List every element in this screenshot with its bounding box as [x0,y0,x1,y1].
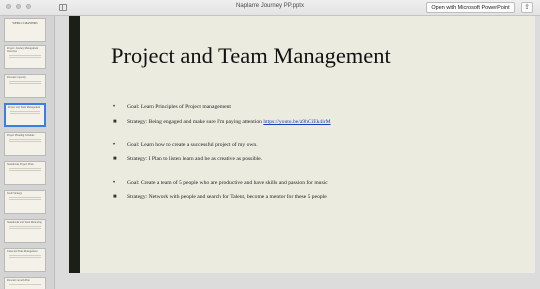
bullet-text: Goal: Create a team of 5 people who are … [127,180,328,186]
share-icon: ⇪ [524,4,530,11]
thumbnail-text-line [9,199,41,200]
thumbnail-text-line [9,141,41,142]
thumbnail-label: Personal Growth Plan [7,279,30,282]
thumbnail-text-line [9,83,41,84]
slide-thumbnail-4[interactable]: Project and Team Management [4,103,46,127]
thumbnail-text-line [9,257,41,258]
slide-thumbnail-6[interactable]: Stakeholder Project Plans [4,161,46,185]
bullet-text: Strategy: Network with people and search… [127,194,327,200]
slide-thumbnail-3[interactable]: Personal Capacity [4,74,46,98]
bullet-text: Goal: Learn how to create a successful p… [127,142,258,148]
title-bar: Naplarre Journey PP.pptx Open with Micro… [0,0,540,16]
thumbnail-label: Stakeholder and Team Mentoring [7,221,42,224]
bullet-text: Goal: Learn Principles of Project manage… [127,104,231,110]
bullet-text: Strategy: Being engaged and make sure I'… [127,119,331,126]
thumbnail-text-line [9,254,41,256]
slide-thumbnail-8[interactable]: Stakeholder and Team Mentoring [4,219,46,243]
slide-thumbnail-5[interactable]: Project Planning Schedule [4,132,46,156]
thumbnail-text-line [9,54,41,56]
thumbnail-text-line [9,228,41,229]
thumbnail-text-line [9,57,41,58]
video-link[interactable]: https://youtu.be/a9hCiEk4irM [263,119,330,125]
slide-thumbnail-1[interactable]: WEEK 15 MASTERS [4,18,46,42]
slide-thumbnail-9[interactable]: Tasks and Time Management [4,248,46,272]
thumbnail-text-line [9,170,41,171]
share-button[interactable]: ⇪ [521,2,533,13]
slide-thumbnail-2[interactable]: Project: Journey Management Overview [4,45,46,69]
thumbnail-text-line [9,283,41,285]
thumbnail-text-line [9,196,41,198]
thumbnail-text-line [9,80,41,82]
thumbnail-label: Project: Journey Management Overview [7,47,39,53]
thumbnail-label: Project and Team Management [8,106,41,109]
thumbnail-text-line [10,110,40,112]
slide-title: Project and Team Management [111,43,391,68]
bullet-marker: ■ [113,194,117,200]
thumbnail-label: Team Strategy [7,192,23,195]
thumbnail-label: Tasks and Time Management [7,250,38,253]
thumbnail-text-line [10,113,40,114]
thumbnail-label: Personal Capacity [7,76,26,79]
bullet-text: Strategy: I Plan to listen learn and be … [127,156,263,162]
thumbnail-label: Stakeholder Project Plans [7,163,34,166]
bullet-marker: • [113,180,116,186]
slide-accent-bar [69,16,80,273]
slide-thumbnail-7[interactable]: Team Strategy [4,190,46,214]
open-with-powerpoint-button[interactable]: Open with Microsoft PowerPoint [426,2,515,13]
thumbnail-text-line [9,167,41,169]
slide-thumbnail-10[interactable]: Personal Growth Plan [4,277,46,289]
thumbnail-label: WEEK 15 MASTERS [12,22,38,25]
thumbnail-label: Project Planning Schedule [7,134,35,137]
bullet-text-body: Strategy: Being engaged and make sure I'… [127,119,264,125]
bullet-marker: • [113,104,116,110]
thumbnail-text-line [9,138,41,140]
bullet-marker: • [113,142,116,148]
slide-thumbnail-sidebar: WEEK 15 MASTERS Project: Journey Managem… [0,16,55,289]
thumbnail-text-line [9,225,41,227]
bullet-marker: ■ [113,156,117,162]
bullet-marker: ■ [113,119,117,125]
